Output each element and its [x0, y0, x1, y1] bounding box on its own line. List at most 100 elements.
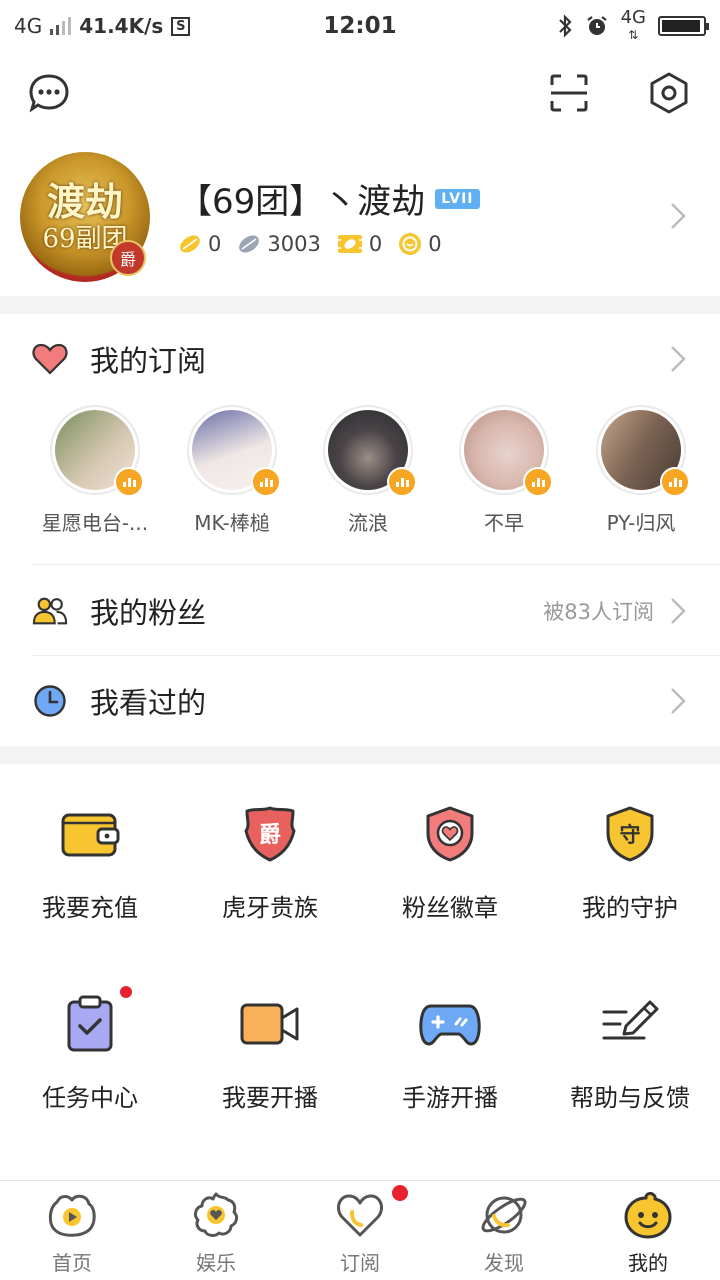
stat-silver-bean-value: 3003 [267, 232, 321, 256]
guard-button[interactable]: 守 我的守护 [540, 802, 720, 923]
scan-icon [550, 74, 588, 112]
message-button[interactable] [24, 68, 74, 118]
profile-face-icon [622, 1189, 674, 1241]
nav-profile[interactable]: 我的 [576, 1181, 720, 1280]
grid-label: 帮助与反馈 [570, 1084, 690, 1112]
subscription-name: 流浪 [348, 511, 388, 535]
section-divider [0, 746, 720, 764]
watch-history-label: 我看过的 [90, 686, 207, 720]
nav-entertainment[interactable]: 娱乐 [144, 1181, 288, 1280]
divider-line [32, 564, 720, 565]
heart-icon [32, 341, 68, 377]
subscription-item[interactable]: 不早 [436, 405, 572, 536]
my-fans-row[interactable]: 我的粉丝 被83人订阅 [0, 566, 720, 656]
fan-badge-button[interactable]: 粉丝徽章 [360, 802, 540, 923]
live-indicator-icon [523, 467, 553, 497]
network-speed: 41.4K/s [79, 14, 164, 38]
guard-shield-icon: 守 [598, 802, 662, 866]
grid-label: 我的守护 [582, 894, 678, 922]
status-right: 4G ⇅ [557, 6, 709, 43]
level-badge: LVII [435, 188, 480, 209]
subscription-avatar [187, 405, 281, 497]
fans-count: 被83人订阅 [543, 600, 654, 624]
live-indicator-icon [114, 467, 144, 497]
notification-dot [392, 1185, 408, 1201]
live-indicator-icon [251, 467, 281, 497]
gold-bean-icon [180, 235, 200, 253]
stat-gold-bean-value: 0 [208, 232, 222, 256]
ticket-icon [337, 235, 362, 253]
storage-icon: S [171, 16, 191, 36]
noble-badge: 爵 [110, 240, 146, 276]
noble-shield-icon: 爵 [238, 802, 302, 866]
task-clipboard-icon [58, 992, 122, 1056]
wallet-icon [58, 802, 122, 866]
mobile-game-stream-button[interactable]: 手游开播 [360, 992, 540, 1113]
subscription-item[interactable]: PY-归风 [573, 405, 709, 536]
my-fans-label: 我的粉丝 [90, 596, 207, 630]
settings-button[interactable] [644, 68, 694, 118]
stat-ticket: 0 [337, 232, 382, 256]
home-play-icon [46, 1189, 98, 1241]
subscription-item[interactable]: 流浪 [300, 405, 436, 536]
network-type-right-label: 4G [620, 6, 646, 28]
grid-label: 我要开播 [222, 1084, 318, 1112]
guard-glyph: 守 [620, 823, 641, 847]
subscription-name: 星愿电台-... [41, 511, 149, 535]
scan-button[interactable] [544, 68, 594, 118]
noble-glyph: 爵 [259, 823, 281, 848]
nav-discover[interactable]: 发现 [432, 1181, 576, 1280]
silver-bean-icon [239, 235, 260, 253]
section-divider [0, 296, 720, 314]
profile-name-row: 【69团】丶渡劫 LVII [178, 174, 480, 223]
grid-label: 我要充值 [42, 894, 138, 922]
chevron-right-icon [671, 688, 686, 714]
settings-icon [650, 72, 688, 114]
subscription-item[interactable]: MK-棒槌 [164, 405, 300, 536]
battery-icon [658, 16, 709, 36]
avatar-text-top: 渡劫 [46, 179, 123, 224]
profile-stats: 0 3003 0 0 [178, 232, 450, 256]
bottom-navigation: 首页 娱乐 订阅 发现 我的 [0, 1180, 720, 1280]
network-type-right: 4G ⇅ [620, 6, 646, 42]
status-bar: 4G 41.4K/s S 12:01 4G ⇅ [0, 0, 720, 52]
chevron-right-icon [671, 598, 686, 624]
subscription-name: PY-归风 [606, 511, 676, 535]
alarm-icon [586, 16, 607, 35]
subscription-avatar [596, 405, 690, 497]
nav-label: 首页 [52, 1251, 92, 1275]
fan-badge-icon [418, 802, 482, 866]
live-indicator-icon [387, 467, 417, 497]
noble-button[interactable]: 爵 虎牙贵族 [180, 802, 360, 923]
stat-coin: 0 [398, 232, 442, 256]
coin-icon [399, 233, 422, 255]
my-subscriptions-row[interactable]: 我的订阅 [0, 314, 720, 404]
top-toolbar [0, 62, 720, 124]
feedback-pen-icon [598, 992, 662, 1056]
video-camera-icon [238, 992, 302, 1056]
notification-dot [120, 986, 132, 998]
task-center-button[interactable]: 任务中心 [0, 992, 180, 1113]
network-type: 4G [14, 14, 43, 38]
subscription-avatar [459, 405, 553, 497]
recharge-button[interactable]: 我要充值 [0, 802, 180, 923]
stat-silver-bean: 3003 [237, 232, 321, 256]
subscription-name: 不早 [484, 511, 524, 535]
profile-header[interactable]: 渡劫 69副团 爵 【69团】丶渡劫 LVII 0 3003 0 0 [0, 140, 720, 290]
help-feedback-button[interactable]: 帮助与反馈 [540, 992, 720, 1113]
subscription-item[interactable]: 星愿电台-... [27, 405, 163, 536]
subscription-avatar [50, 405, 144, 497]
watch-history-row[interactable]: 我看过的 [0, 656, 720, 746]
grid-label: 虎牙贵族 [222, 894, 318, 922]
nav-subscribe[interactable]: 订阅 [288, 1181, 432, 1280]
nav-home[interactable]: 首页 [0, 1181, 144, 1280]
message-icon [29, 74, 69, 113]
chevron-right-icon [671, 203, 686, 229]
nav-label: 发现 [484, 1251, 524, 1275]
subscription-list: 星愿电台-... MK-棒槌 流浪 不早 PY-归风 [0, 405, 720, 545]
subscription-avatar [323, 405, 417, 497]
start-stream-button[interactable]: 我要开播 [180, 992, 360, 1113]
discover-planet-icon [478, 1189, 530, 1241]
chevron-right-icon [671, 346, 686, 372]
clock-icon [32, 683, 68, 719]
